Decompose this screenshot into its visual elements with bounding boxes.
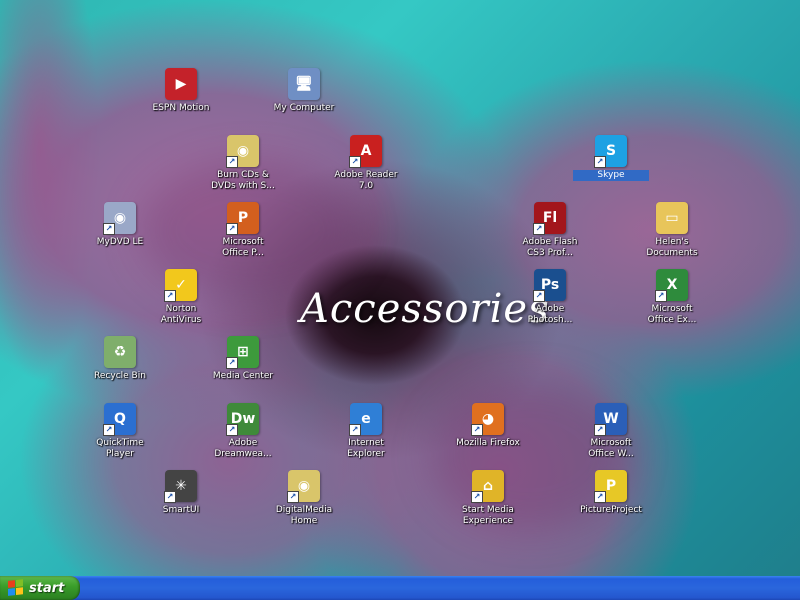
shortcut-arrow-icon: ↗ xyxy=(287,491,299,503)
desktop-icon-label: Adobe Photosh... xyxy=(527,304,573,325)
start-button[interactable]: start xyxy=(0,576,80,600)
digitalmedia-icon: ◉ ↗ xyxy=(287,470,320,503)
desktop-icon-norton-antivirus[interactable]: ✓ ↗ Norton AntiVirus xyxy=(143,269,219,326)
powerpoint-icon: P ↗ xyxy=(226,202,259,235)
desktop-icon-office-excel[interactable]: X ↗ Microsoft Office Ex... xyxy=(634,269,710,326)
desktop-icon-label: Burn CDs & DVDs with S... xyxy=(211,170,275,191)
desktop-icon-label: Norton AntiVirus xyxy=(160,304,202,325)
desktop-icon-pictureproject[interactable]: P ↗ PictureProject xyxy=(573,470,649,516)
desktop-icon-label: Microsoft Office P... xyxy=(222,237,264,258)
skype-icon: S ↗ xyxy=(594,135,627,168)
shortcut-arrow-icon: ↗ xyxy=(594,424,606,436)
internet-explorer-icon: e ↗ xyxy=(349,403,382,436)
desktop-icon-label: Mozilla Firefox xyxy=(456,438,520,448)
desktop-icon-label: QuickTime Player xyxy=(96,438,144,459)
folder-icon: ▭ xyxy=(656,202,688,234)
shortcut-arrow-icon: ↗ xyxy=(533,223,545,235)
pictureproject-icon: P ↗ xyxy=(594,470,627,503)
desktop-icon-burn-cds[interactable]: ◉ ↗ Burn CDs & DVDs with S... xyxy=(205,135,281,192)
espn-motion-icon: ▶ xyxy=(165,68,197,100)
recycle-bin-icon: ♻ xyxy=(104,336,136,368)
norton-icon: ✓ ↗ xyxy=(164,269,197,302)
smartui-icon: ✳ ↗ xyxy=(164,470,197,503)
desktop-icon-recycle-bin[interactable]: ♻ Recycle Bin xyxy=(82,336,158,382)
home-icon: ⌂ ↗ xyxy=(471,470,504,503)
desktop-icon-skype[interactable]: S ↗ Skype xyxy=(573,135,649,181)
desktop-icon-label: Adobe Reader 7.0 xyxy=(334,170,398,191)
media-center-icon: ⊞ ↗ xyxy=(226,336,259,369)
desktop-icon-label: Helen's Documents xyxy=(646,237,698,258)
shortcut-arrow-icon: ↗ xyxy=(594,491,606,503)
desktop-icon-media-center[interactable]: ⊞ ↗ Media Center xyxy=(205,336,281,382)
desktop-icon-adobe-reader[interactable]: A ↗ Adobe Reader 7.0 xyxy=(328,135,404,192)
shortcut-arrow-icon: ↗ xyxy=(349,424,361,436)
desktop-icon-mydvd-le[interactable]: ◉ ↗ MyDVD LE xyxy=(82,202,158,248)
desktop-icon-adobe-dreamweaver[interactable]: Dw ↗ Adobe Dreamwea... xyxy=(205,403,281,460)
windows-logo-icon xyxy=(8,579,24,597)
dreamweaver-icon: Dw ↗ xyxy=(226,403,259,436)
flash-icon: Fl ↗ xyxy=(533,202,566,235)
shortcut-arrow-icon: ↗ xyxy=(164,290,176,302)
desktop-icon-start-media-experience[interactable]: ⌂ ↗ Start Media Experience xyxy=(450,470,526,527)
desktop-icon-my-computer[interactable]: 🖥 My Computer xyxy=(266,68,342,114)
desktop-icon-digitalmedia-home[interactable]: ◉ ↗ DigitalMedia Home xyxy=(266,470,342,527)
desktop-icon-helens-documents[interactable]: ▭ Helen's Documents xyxy=(634,202,710,259)
desktop-icon-label: Start Media Experience xyxy=(462,505,514,526)
desktop-icon-espn-motion[interactable]: ▶ ESPN Motion xyxy=(143,68,219,114)
desktop-icon-label: MyDVD LE xyxy=(96,237,144,247)
desktop-icon-mozilla-firefox[interactable]: ◕ ↗ Mozilla Firefox xyxy=(450,403,526,449)
firefox-icon: ◕ ↗ xyxy=(471,403,504,436)
taskbar[interactable]: start xyxy=(0,576,800,600)
shortcut-arrow-icon: ↗ xyxy=(226,223,238,235)
shortcut-arrow-icon: ↗ xyxy=(533,290,545,302)
adobe-reader-icon: A ↗ xyxy=(349,135,382,168)
shortcut-arrow-icon: ↗ xyxy=(594,156,606,168)
cd-burn-icon: ◉ ↗ xyxy=(226,135,259,168)
shortcut-arrow-icon: ↗ xyxy=(471,424,483,436)
shortcut-arrow-icon: ↗ xyxy=(103,424,115,436)
shortcut-arrow-icon: ↗ xyxy=(471,491,483,503)
desktop-icon-adobe-photoshop[interactable]: Ps ↗ Adobe Photosh... xyxy=(512,269,588,326)
word-icon: W ↗ xyxy=(594,403,627,436)
desktop-icon-label: Media Center xyxy=(212,371,274,381)
computer-icon: 🖥 xyxy=(288,68,320,100)
desktop-icon-adobe-flash[interactable]: Fl ↗ Adobe Flash CS3 Prof... xyxy=(512,202,588,259)
start-button-label: start xyxy=(29,580,65,596)
photoshop-icon: Ps ↗ xyxy=(533,269,566,302)
desktop-icon-label: Adobe Dreamwea... xyxy=(214,438,272,459)
shortcut-arrow-icon: ↗ xyxy=(164,491,176,503)
desktop-icon-internet-explorer[interactable]: e ↗ Internet Explorer xyxy=(328,403,404,460)
desktop-icon-label: Recycle Bin xyxy=(94,371,146,381)
desktop-icon-label: DigitalMedia Home xyxy=(275,505,333,526)
desktop-icon-label: Microsoft Office Ex... xyxy=(647,304,697,325)
excel-icon: X ↗ xyxy=(655,269,688,302)
shortcut-arrow-icon: ↗ xyxy=(655,290,667,302)
desktop-icon-office-powerpoint[interactable]: P ↗ Microsoft Office P... xyxy=(205,202,281,259)
shortcut-arrow-icon: ↗ xyxy=(226,357,238,369)
desktop-icon-label: PictureProject xyxy=(580,505,642,515)
shortcut-arrow-icon: ↗ xyxy=(349,156,361,168)
shortcut-arrow-icon: ↗ xyxy=(103,223,115,235)
quicktime-icon: Q ↗ xyxy=(103,403,136,436)
desktop-icon-label: ESPN Motion xyxy=(152,103,210,113)
desktop[interactable]: Accessories ▶ ESPN Motion 🖥 My Computer … xyxy=(0,0,800,576)
shortcut-arrow-icon: ↗ xyxy=(226,156,238,168)
desktop-icon-label: SmartUI xyxy=(162,505,200,515)
desktop-icon-label: My Computer xyxy=(273,103,335,113)
desktop-icon-label: Microsoft Office W... xyxy=(588,438,634,459)
desktop-icon-label: Adobe Flash CS3 Prof... xyxy=(522,237,578,258)
desktop-icon-office-word[interactable]: W ↗ Microsoft Office W... xyxy=(573,403,649,460)
desktop-icon-label: Internet Explorer xyxy=(347,438,385,459)
desktop-icon-quicktime-player[interactable]: Q ↗ QuickTime Player xyxy=(82,403,158,460)
desktop-icon-label: Skype xyxy=(573,170,649,181)
dvd-icon: ◉ ↗ xyxy=(103,202,136,235)
desktop-icon-smartui[interactable]: ✳ ↗ SmartUI xyxy=(143,470,219,516)
shortcut-arrow-icon: ↗ xyxy=(226,424,238,436)
